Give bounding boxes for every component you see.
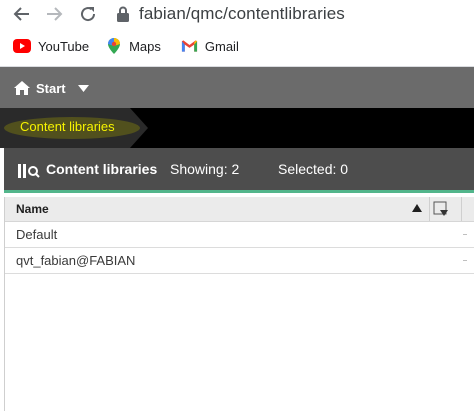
breadcrumb: Content libraries bbox=[0, 108, 474, 148]
lock-icon bbox=[117, 6, 129, 22]
forward-button[interactable] bbox=[42, 2, 66, 26]
table-search-icon bbox=[18, 164, 40, 178]
bookmark-gmail[interactable]: Gmail bbox=[181, 39, 239, 54]
sort-ascending-icon[interactable] bbox=[412, 204, 422, 212]
browser-toolbar: fabian/qmc/contentlibraries YouTube Maps bbox=[0, 0, 474, 67]
breadcrumb-label: Content libraries bbox=[20, 119, 115, 134]
column-divider bbox=[429, 197, 430, 221]
table-row[interactable]: qvt_fabian@FABIAN bbox=[5, 248, 474, 274]
home-icon bbox=[14, 81, 30, 95]
bookmark-maps[interactable]: Maps bbox=[106, 38, 161, 54]
url-text: fabian/qmc/contentlibraries bbox=[139, 4, 345, 23]
bookmark-label: Maps bbox=[129, 38, 161, 54]
content-libraries-table: Name Default qvt_fabian@FABIAN bbox=[4, 197, 474, 411]
showing-count: Showing: 2 bbox=[170, 161, 240, 177]
reload-button[interactable] bbox=[76, 2, 100, 26]
filter-icon[interactable] bbox=[433, 201, 449, 217]
table-header: Name bbox=[5, 197, 474, 222]
arrow-right-icon bbox=[47, 7, 63, 21]
arrow-left-icon bbox=[13, 7, 29, 21]
start-menu-button[interactable]: Start bbox=[14, 77, 89, 99]
reload-icon bbox=[81, 7, 96, 22]
back-button[interactable] bbox=[10, 2, 34, 26]
cell-separator bbox=[463, 234, 467, 235]
maps-icon bbox=[108, 38, 121, 54]
start-label: Start bbox=[36, 80, 66, 96]
bookmark-label: YouTube bbox=[38, 38, 90, 54]
page-title: Content libraries bbox=[46, 161, 158, 177]
cell-separator bbox=[463, 260, 467, 261]
gmail-icon bbox=[181, 40, 197, 52]
youtube-icon bbox=[13, 39, 31, 53]
address-bar[interactable]: fabian/qmc/contentlibraries bbox=[108, 0, 474, 28]
cell-name: qvt_fabian@FABIAN bbox=[16, 253, 136, 268]
breadcrumb-item-content-libraries[interactable]: Content libraries bbox=[0, 108, 150, 148]
table-row[interactable]: Default bbox=[5, 222, 474, 248]
column-divider bbox=[461, 197, 462, 221]
selected-count: Selected: 0 bbox=[278, 161, 349, 177]
caret-down-icon bbox=[77, 84, 89, 92]
library-toolbar: Content libraries Showing: 2 Selected: 0 bbox=[4, 148, 474, 193]
bookmarks-bar: YouTube Maps Gmail bbox=[0, 33, 474, 59]
cell-name: Default bbox=[16, 227, 58, 242]
bookmark-label: Gmail bbox=[204, 38, 239, 54]
column-header-name[interactable]: Name bbox=[16, 202, 49, 216]
app-header: Start bbox=[0, 67, 474, 108]
bookmark-youtube[interactable]: YouTube bbox=[13, 39, 89, 54]
